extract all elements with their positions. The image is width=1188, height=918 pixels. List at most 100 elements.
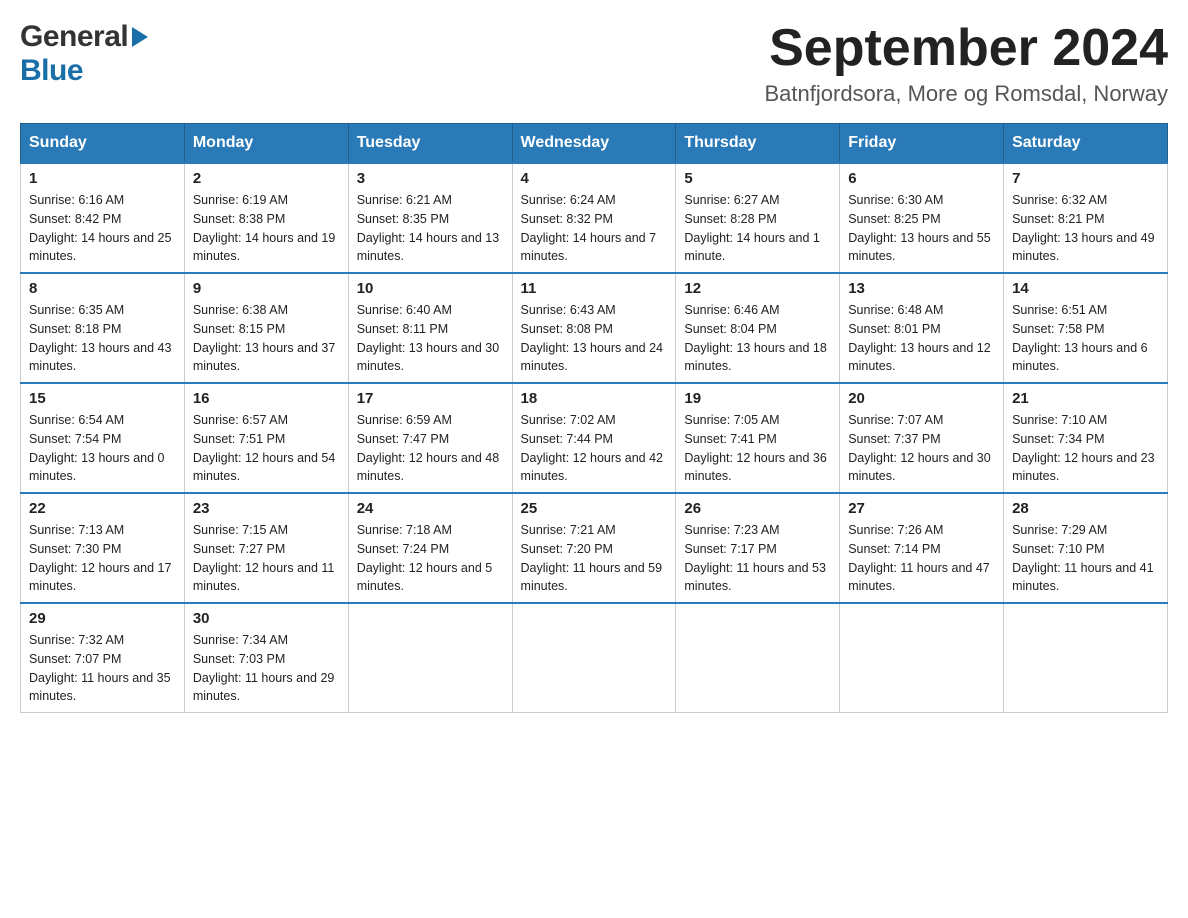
page-header: General Blue September 2024 Batnfjordsor… xyxy=(20,20,1168,107)
calendar-cell xyxy=(1004,603,1168,713)
calendar-cell: 10 Sunrise: 6:40 AM Sunset: 8:11 PM Dayl… xyxy=(348,273,512,383)
calendar-cell: 5 Sunrise: 6:27 AM Sunset: 8:28 PM Dayli… xyxy=(676,163,840,273)
day-number: 10 xyxy=(357,280,504,297)
day-info: Sunrise: 6:40 AM Sunset: 8:11 PM Dayligh… xyxy=(357,301,504,376)
day-number: 24 xyxy=(357,500,504,517)
day-number: 16 xyxy=(193,390,340,407)
day-number: 30 xyxy=(193,610,340,627)
day-number: 20 xyxy=(848,390,995,407)
day-info: Sunrise: 7:05 AM Sunset: 7:41 PM Dayligh… xyxy=(684,411,831,486)
day-number: 3 xyxy=(357,170,504,187)
calendar-cell: 4 Sunrise: 6:24 AM Sunset: 8:32 PM Dayli… xyxy=(512,163,676,273)
calendar-week-5: 29 Sunrise: 7:32 AM Sunset: 7:07 PM Dayl… xyxy=(21,603,1168,713)
day-info: Sunrise: 7:15 AM Sunset: 7:27 PM Dayligh… xyxy=(193,521,340,596)
logo: General Blue xyxy=(20,20,148,88)
calendar-week-2: 8 Sunrise: 6:35 AM Sunset: 8:18 PM Dayli… xyxy=(21,273,1168,383)
day-info: Sunrise: 6:54 AM Sunset: 7:54 PM Dayligh… xyxy=(29,411,176,486)
day-number: 27 xyxy=(848,500,995,517)
logo-blue-text: Blue xyxy=(20,54,83,88)
day-number: 23 xyxy=(193,500,340,517)
calendar-cell: 29 Sunrise: 7:32 AM Sunset: 7:07 PM Dayl… xyxy=(21,603,185,713)
calendar-cell: 21 Sunrise: 7:10 AM Sunset: 7:34 PM Dayl… xyxy=(1004,383,1168,493)
day-number: 28 xyxy=(1012,500,1159,517)
day-info: Sunrise: 6:46 AM Sunset: 8:04 PM Dayligh… xyxy=(684,301,831,376)
calendar-cell: 28 Sunrise: 7:29 AM Sunset: 7:10 PM Dayl… xyxy=(1004,493,1168,603)
day-info: Sunrise: 6:43 AM Sunset: 8:08 PM Dayligh… xyxy=(521,301,668,376)
day-info: Sunrise: 6:32 AM Sunset: 8:21 PM Dayligh… xyxy=(1012,191,1159,266)
calendar-cell: 3 Sunrise: 6:21 AM Sunset: 8:35 PM Dayli… xyxy=(348,163,512,273)
calendar-cell: 8 Sunrise: 6:35 AM Sunset: 8:18 PM Dayli… xyxy=(21,273,185,383)
day-number: 2 xyxy=(193,170,340,187)
calendar-cell: 30 Sunrise: 7:34 AM Sunset: 7:03 PM Dayl… xyxy=(184,603,348,713)
weekday-header-sunday: Sunday xyxy=(21,124,185,164)
calendar-cell: 27 Sunrise: 7:26 AM Sunset: 7:14 PM Dayl… xyxy=(840,493,1004,603)
day-info: Sunrise: 7:34 AM Sunset: 7:03 PM Dayligh… xyxy=(193,631,340,706)
day-info: Sunrise: 6:30 AM Sunset: 8:25 PM Dayligh… xyxy=(848,191,995,266)
calendar-cell: 6 Sunrise: 6:30 AM Sunset: 8:25 PM Dayli… xyxy=(840,163,1004,273)
calendar-cell: 18 Sunrise: 7:02 AM Sunset: 7:44 PM Dayl… xyxy=(512,383,676,493)
day-number: 17 xyxy=(357,390,504,407)
day-number: 14 xyxy=(1012,280,1159,297)
day-info: Sunrise: 7:02 AM Sunset: 7:44 PM Dayligh… xyxy=(521,411,668,486)
calendar-table: SundayMondayTuesdayWednesdayThursdayFrid… xyxy=(20,123,1168,713)
calendar-week-4: 22 Sunrise: 7:13 AM Sunset: 7:30 PM Dayl… xyxy=(21,493,1168,603)
weekday-header-thursday: Thursday xyxy=(676,124,840,164)
weekday-header-wednesday: Wednesday xyxy=(512,124,676,164)
calendar-week-3: 15 Sunrise: 6:54 AM Sunset: 7:54 PM Dayl… xyxy=(21,383,1168,493)
calendar-cell: 22 Sunrise: 7:13 AM Sunset: 7:30 PM Dayl… xyxy=(21,493,185,603)
day-info: Sunrise: 7:23 AM Sunset: 7:17 PM Dayligh… xyxy=(684,521,831,596)
calendar-cell: 25 Sunrise: 7:21 AM Sunset: 7:20 PM Dayl… xyxy=(512,493,676,603)
day-info: Sunrise: 7:07 AM Sunset: 7:37 PM Dayligh… xyxy=(848,411,995,486)
day-info: Sunrise: 7:13 AM Sunset: 7:30 PM Dayligh… xyxy=(29,521,176,596)
day-info: Sunrise: 6:59 AM Sunset: 7:47 PM Dayligh… xyxy=(357,411,504,486)
calendar-cell xyxy=(840,603,1004,713)
calendar-cell: 1 Sunrise: 6:16 AM Sunset: 8:42 PM Dayli… xyxy=(21,163,185,273)
calendar-cell xyxy=(348,603,512,713)
day-info: Sunrise: 6:27 AM Sunset: 8:28 PM Dayligh… xyxy=(684,191,831,266)
day-number: 7 xyxy=(1012,170,1159,187)
day-number: 25 xyxy=(521,500,668,517)
calendar-cell xyxy=(512,603,676,713)
day-info: Sunrise: 7:18 AM Sunset: 7:24 PM Dayligh… xyxy=(357,521,504,596)
day-info: Sunrise: 6:24 AM Sunset: 8:32 PM Dayligh… xyxy=(521,191,668,266)
location-title: Batnfjordsora, More og Romsdal, Norway xyxy=(765,81,1169,107)
day-info: Sunrise: 7:29 AM Sunset: 7:10 PM Dayligh… xyxy=(1012,521,1159,596)
calendar-cell: 23 Sunrise: 7:15 AM Sunset: 7:27 PM Dayl… xyxy=(184,493,348,603)
calendar-cell: 9 Sunrise: 6:38 AM Sunset: 8:15 PM Dayli… xyxy=(184,273,348,383)
calendar-cell: 16 Sunrise: 6:57 AM Sunset: 7:51 PM Dayl… xyxy=(184,383,348,493)
day-info: Sunrise: 6:21 AM Sunset: 8:35 PM Dayligh… xyxy=(357,191,504,266)
day-number: 5 xyxy=(684,170,831,187)
day-info: Sunrise: 6:16 AM Sunset: 8:42 PM Dayligh… xyxy=(29,191,176,266)
day-number: 6 xyxy=(848,170,995,187)
day-number: 11 xyxy=(521,280,668,297)
day-number: 9 xyxy=(193,280,340,297)
day-number: 8 xyxy=(29,280,176,297)
day-number: 19 xyxy=(684,390,831,407)
day-info: Sunrise: 6:51 AM Sunset: 7:58 PM Dayligh… xyxy=(1012,301,1159,376)
day-info: Sunrise: 7:32 AM Sunset: 7:07 PM Dayligh… xyxy=(29,631,176,706)
calendar-cell: 26 Sunrise: 7:23 AM Sunset: 7:17 PM Dayl… xyxy=(676,493,840,603)
weekday-header-monday: Monday xyxy=(184,124,348,164)
day-number: 13 xyxy=(848,280,995,297)
calendar-cell: 11 Sunrise: 6:43 AM Sunset: 8:08 PM Dayl… xyxy=(512,273,676,383)
calendar-cell xyxy=(676,603,840,713)
day-info: Sunrise: 6:38 AM Sunset: 8:15 PM Dayligh… xyxy=(193,301,340,376)
day-number: 26 xyxy=(684,500,831,517)
day-info: Sunrise: 6:57 AM Sunset: 7:51 PM Dayligh… xyxy=(193,411,340,486)
weekday-header-friday: Friday xyxy=(840,124,1004,164)
calendar-week-1: 1 Sunrise: 6:16 AM Sunset: 8:42 PM Dayli… xyxy=(21,163,1168,273)
day-number: 21 xyxy=(1012,390,1159,407)
day-info: Sunrise: 7:10 AM Sunset: 7:34 PM Dayligh… xyxy=(1012,411,1159,486)
calendar-cell: 13 Sunrise: 6:48 AM Sunset: 8:01 PM Dayl… xyxy=(840,273,1004,383)
calendar-cell: 19 Sunrise: 7:05 AM Sunset: 7:41 PM Dayl… xyxy=(676,383,840,493)
title-section: September 2024 Batnfjordsora, More og Ro… xyxy=(765,20,1169,107)
month-title: September 2024 xyxy=(765,20,1169,77)
logo-general-text: General xyxy=(20,20,128,54)
calendar-cell: 24 Sunrise: 7:18 AM Sunset: 7:24 PM Dayl… xyxy=(348,493,512,603)
day-info: Sunrise: 6:48 AM Sunset: 8:01 PM Dayligh… xyxy=(848,301,995,376)
day-number: 12 xyxy=(684,280,831,297)
calendar-cell: 7 Sunrise: 6:32 AM Sunset: 8:21 PM Dayli… xyxy=(1004,163,1168,273)
calendar-cell: 17 Sunrise: 6:59 AM Sunset: 7:47 PM Dayl… xyxy=(348,383,512,493)
calendar-cell: 20 Sunrise: 7:07 AM Sunset: 7:37 PM Dayl… xyxy=(840,383,1004,493)
day-info: Sunrise: 6:19 AM Sunset: 8:38 PM Dayligh… xyxy=(193,191,340,266)
